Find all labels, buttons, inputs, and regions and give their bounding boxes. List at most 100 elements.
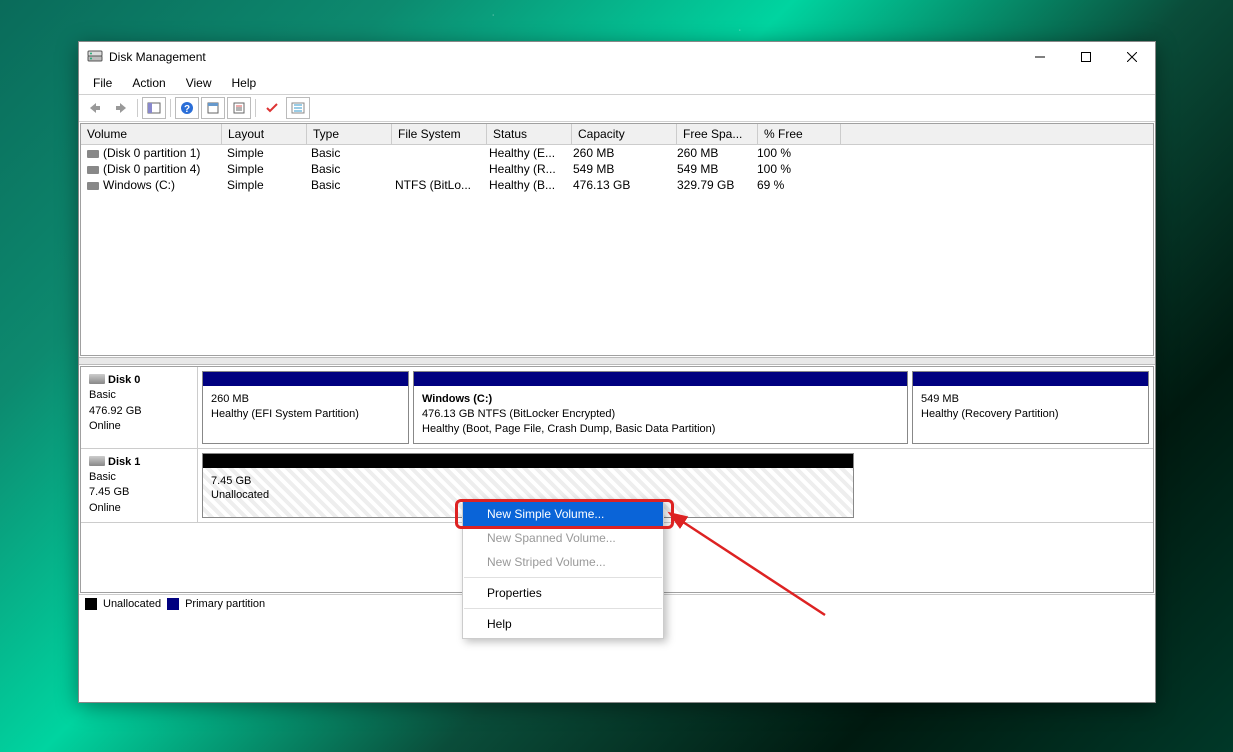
volume-capacity: 260 MB	[567, 145, 671, 161]
disk-state: Online	[89, 419, 189, 434]
disk-icon	[87, 166, 99, 174]
partition-bar	[913, 372, 1148, 386]
col-status[interactable]: Status	[487, 124, 572, 144]
partition-bar	[203, 372, 408, 386]
volume-fs	[389, 145, 483, 161]
list-icon[interactable]	[286, 97, 310, 119]
partition-size: 260 MB	[211, 392, 400, 407]
volume-pctfree: 100 %	[751, 161, 833, 177]
volume-layout: Simple	[221, 145, 305, 161]
partition-size: 549 MB	[921, 392, 1140, 407]
col-volume[interactable]: Volume	[81, 124, 222, 144]
properties-icon[interactable]	[227, 97, 251, 119]
partition-body: 260 MBHealthy (EFI System Partition)	[203, 386, 408, 443]
volume-type: Basic	[305, 177, 389, 193]
volume-list-header: Volume Layout Type File System Status Ca…	[81, 124, 1153, 145]
refresh-icon[interactable]	[201, 97, 225, 119]
col-freespace[interactable]: Free Spa...	[677, 124, 758, 144]
toolbar: ?	[79, 94, 1155, 122]
volume-name: Windows (C:)	[103, 178, 175, 192]
col-type[interactable]: Type	[307, 124, 392, 144]
col-layout[interactable]: Layout	[222, 124, 307, 144]
partition-bar	[414, 372, 907, 386]
check-icon[interactable]	[260, 97, 284, 119]
legend-swatch-unallocated	[85, 598, 97, 610]
toolbar-divider	[170, 99, 171, 117]
partition[interactable]: Windows (C:)476.13 GB NTFS (BitLocker En…	[413, 371, 908, 444]
volume-status: Healthy (R...	[483, 161, 567, 177]
app-icon	[87, 49, 103, 65]
back-arrow-icon[interactable]	[83, 97, 107, 119]
partition-status: Healthy (Boot, Page File, Crash Dump, Ba…	[422, 422, 899, 437]
volume-fs: NTFS (BitLo...	[389, 177, 483, 193]
context-menu-item[interactable]: Properties	[463, 581, 663, 605]
disk-icon	[87, 150, 99, 158]
disk-type: Basic	[89, 388, 189, 403]
partition[interactable]: 260 MBHealthy (EFI System Partition)	[202, 371, 409, 444]
partition-title: Windows (C:)	[422, 392, 899, 407]
disk-name: Disk 0	[108, 374, 140, 386]
volume-capacity: 549 MB	[567, 161, 671, 177]
context-menu-separator	[464, 608, 662, 609]
volume-row[interactable]: (Disk 0 partition 1) SimpleBasic Healthy (…	[81, 145, 1153, 161]
volume-status: Healthy (B...	[483, 177, 567, 193]
volume-list-pane: Volume Layout Type File System Status Ca…	[80, 123, 1154, 356]
col-filesystem[interactable]: File System	[392, 124, 487, 144]
toolbar-divider	[137, 99, 138, 117]
partition[interactable]: 549 MBHealthy (Recovery Partition)	[912, 371, 1149, 444]
disk-icon	[87, 182, 99, 190]
col-pctfree[interactable]: % Free	[758, 124, 841, 144]
partition-status: Healthy (Recovery Partition)	[921, 407, 1140, 422]
splitter[interactable]	[79, 357, 1155, 365]
disk-size: 7.45 GB	[89, 485, 189, 500]
volume-free: 549 MB	[671, 161, 751, 177]
disk-state: Online	[89, 501, 189, 516]
partition-size: 7.45 GB	[211, 474, 845, 489]
context-menu-separator	[464, 577, 662, 578]
col-capacity[interactable]: Capacity	[572, 124, 677, 144]
svg-text:?: ?	[184, 104, 190, 115]
volume-layout: Simple	[221, 161, 305, 177]
help-icon[interactable]: ?	[175, 97, 199, 119]
volume-row[interactable]: (Disk 0 partition 4)SimpleBasicHealthy (…	[81, 161, 1153, 177]
volume-name: (Disk 0 partition 1)	[103, 146, 200, 160]
volume-row[interactable]: Windows (C:) SimpleBasicNTFS (BitLo...Hea…	[81, 177, 1153, 193]
volume-free: 260 MB	[671, 145, 751, 161]
context-menu-item[interactable]: Help	[463, 612, 663, 636]
volume-type: Basic	[305, 145, 389, 161]
titlebar[interactable]: Disk Management	[79, 42, 1155, 72]
forward-arrow-icon[interactable]	[109, 97, 133, 119]
partition-bar	[203, 454, 853, 468]
maximize-button[interactable]	[1063, 42, 1109, 72]
volume-list-body[interactable]: (Disk 0 partition 1) SimpleBasic Healthy (…	[81, 145, 1153, 355]
partition-size: 476.13 GB NTFS (BitLocker Encrypted)	[422, 407, 899, 422]
volume-layout: Simple	[221, 177, 305, 193]
context-menu-item: New Striped Volume...	[463, 550, 663, 574]
show-hide-action-pane-icon[interactable]	[142, 97, 166, 119]
disk-info[interactable]: Disk 1Basic7.45 GBOnline	[81, 449, 198, 523]
volume-pctfree: 69 %	[751, 177, 833, 193]
close-button[interactable]	[1109, 42, 1155, 72]
volume-capacity: 476.13 GB	[567, 177, 671, 193]
menu-view[interactable]: View	[178, 74, 220, 92]
menu-file[interactable]: File	[85, 74, 120, 92]
context-menu-item: New Spanned Volume...	[463, 526, 663, 550]
context-menu-item[interactable]: New Simple Volume...	[463, 502, 663, 526]
minimize-button[interactable]	[1017, 42, 1063, 72]
disk-name: Disk 1	[108, 456, 140, 468]
context-menu: New Simple Volume...New Spanned Volume..…	[462, 499, 664, 639]
volume-free: 329.79 GB	[671, 177, 751, 193]
toolbar-divider	[255, 99, 256, 117]
partition-area: 7.45 GBUnallocated	[198, 449, 1153, 523]
legend-label-primary: Primary partition	[185, 598, 265, 610]
volume-pctfree: 100 %	[751, 145, 833, 161]
window-title: Disk Management	[109, 50, 1017, 64]
menu-help[interactable]: Help	[224, 74, 265, 92]
menu-action[interactable]: Action	[124, 74, 173, 92]
disk-row: Disk 0Basic476.92 GBOnline260 MBHealthy …	[81, 367, 1153, 449]
disk-size: 476.92 GB	[89, 404, 189, 419]
volume-status: Healthy (E...	[483, 145, 567, 161]
disk-icon	[89, 374, 105, 384]
legend-swatch-primary	[167, 598, 179, 610]
disk-info[interactable]: Disk 0 Basic476.92 GBOnline	[81, 367, 198, 448]
